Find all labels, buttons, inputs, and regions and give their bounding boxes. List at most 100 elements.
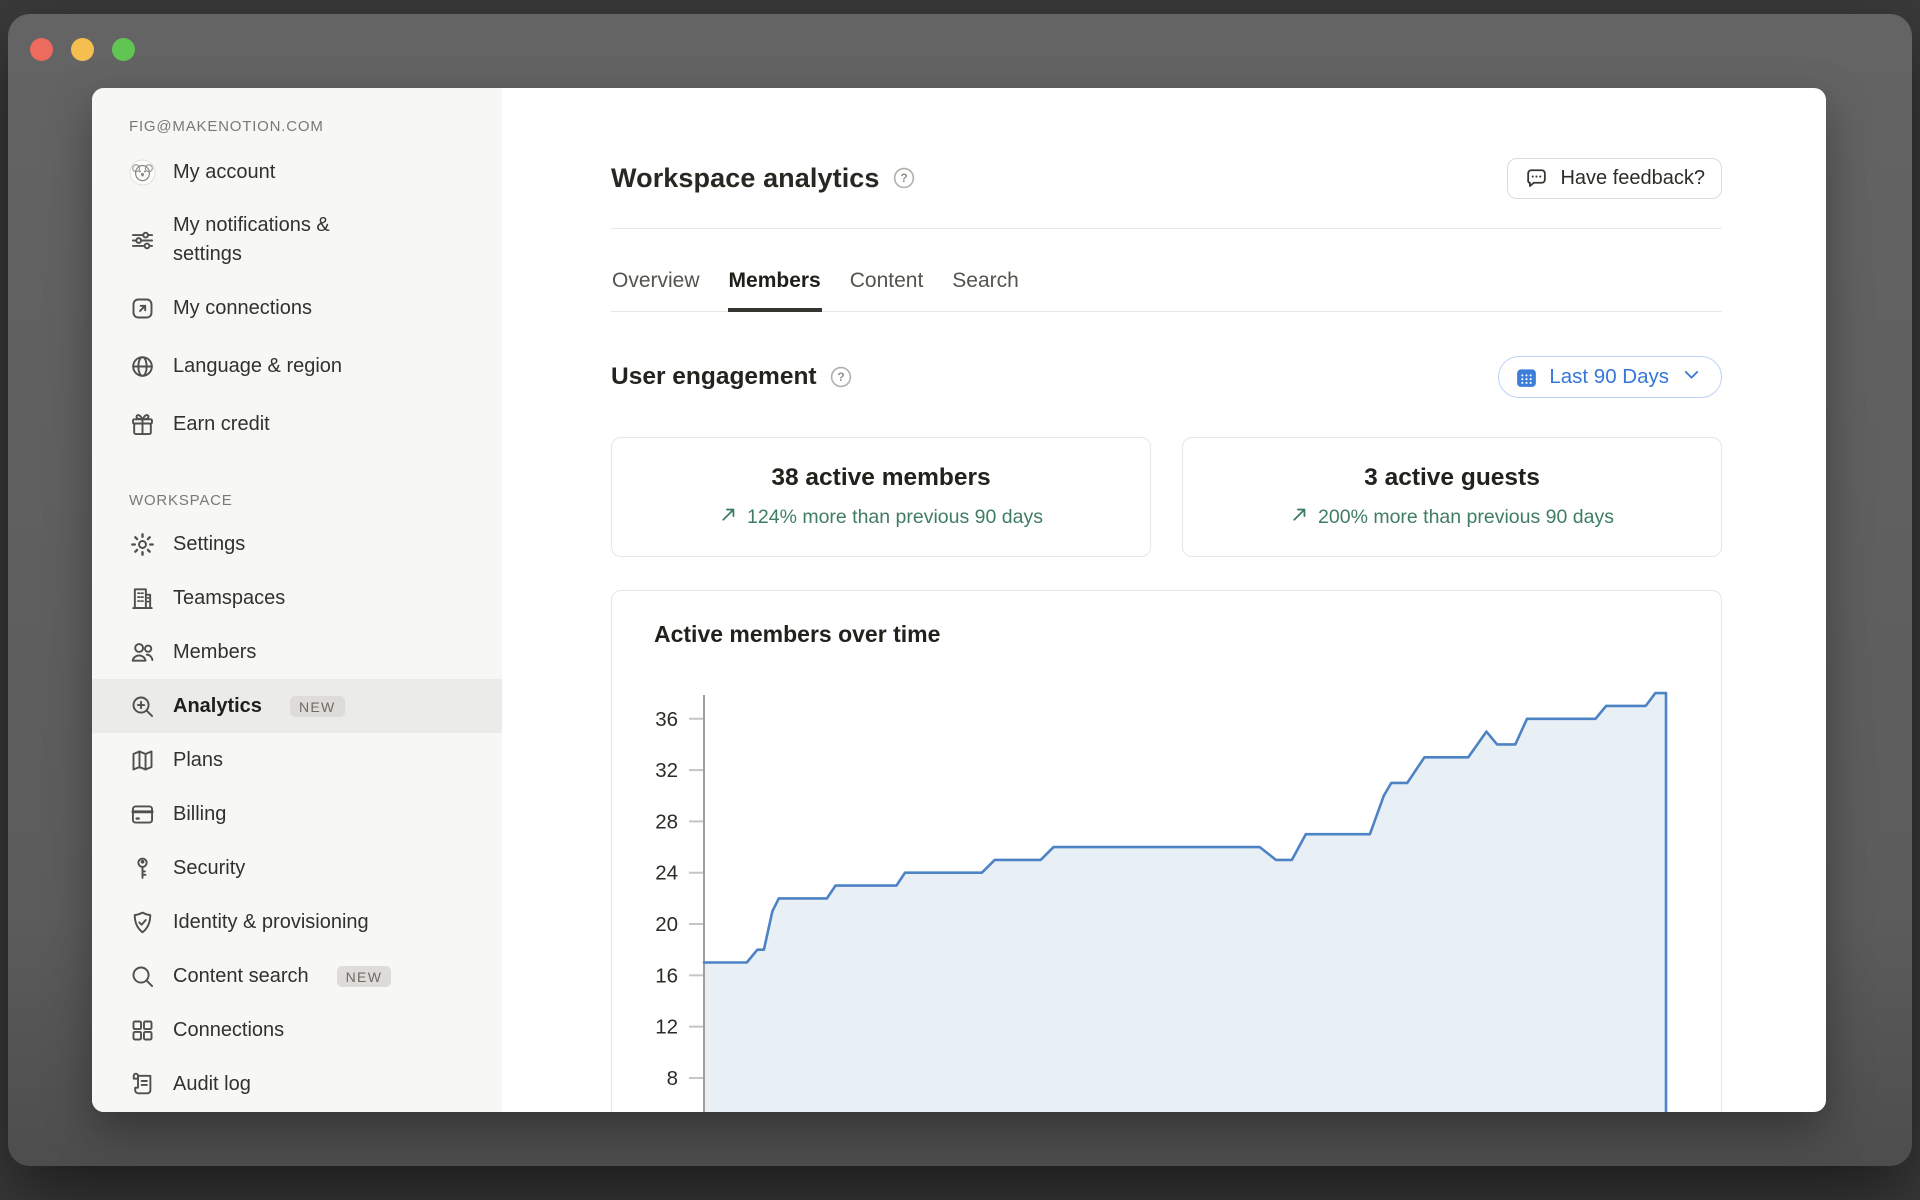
new-badge: NEW [289, 695, 345, 717]
sidebar-item-label: Members [173, 640, 257, 663]
sidebar-item-billing[interactable]: Billing [92, 787, 502, 841]
tab-search[interactable]: Search [951, 269, 1020, 312]
sidebar-item-label: Language & region [173, 354, 343, 377]
notification-sliders-icon [129, 227, 156, 254]
stat-card-38-active-members: 38 active members 124% more than previou… [611, 437, 1151, 557]
sidebar-item-label: Content search [173, 964, 309, 987]
sidebar-item-label: My notifications & settings [173, 214, 330, 265]
map-icon [129, 747, 156, 774]
credit-card-icon [129, 801, 156, 828]
sidebar-item-label: Security [173, 856, 246, 879]
help-icon[interactable]: ? [830, 366, 852, 388]
stat-cards-row: 38 active members 124% more than previou… [611, 437, 1722, 557]
sidebar-item-analytics[interactable]: Analytics NEW [92, 679, 502, 733]
sidebar-item-settings[interactable]: Settings [92, 517, 502, 571]
feedback-button-label: Have feedback? [1560, 166, 1705, 189]
settings-sidebar: FIG@MAKENOTION.COM My account My notifica… [92, 88, 502, 1112]
sidebar-item-label: Billing [173, 802, 227, 825]
help-icon[interactable]: ? [893, 167, 915, 189]
sidebar-item-content-search[interactable]: Content search NEW [92, 949, 502, 1003]
analytics-tabs: Overview Members Content Search [611, 269, 1722, 312]
stat-value: 38 active members [771, 464, 991, 491]
traffic-lights [30, 38, 135, 61]
shield-check-icon [129, 909, 156, 936]
account-section-label: FIG@MAKENOTION.COM [129, 118, 324, 135]
sidebar-item-label: My account [173, 160, 276, 183]
speech-bubble-icon [1524, 166, 1549, 191]
y-axis-tick-label: 32 [655, 759, 678, 782]
building-icon [129, 585, 156, 612]
workspace-section-label: WORKSPACE [129, 492, 233, 509]
y-axis-tick-label: 16 [655, 964, 678, 987]
sidebar-item-plans[interactable]: Plans [92, 733, 502, 787]
settings-main-panel: Workspace analytics ? Have feedback? Ove… [502, 88, 1826, 1112]
stat-delta-text: 200% more than previous 90 days [1318, 506, 1614, 528]
sidebar-item-label: Teamspaces [173, 586, 286, 609]
y-axis-tick-label: 20 [655, 913, 678, 936]
have-feedback-button[interactable]: Have feedback? [1507, 157, 1722, 199]
svg-text:?: ? [900, 171, 907, 185]
globe-icon [129, 353, 156, 380]
sidebar-item-label: Analytics [173, 694, 262, 717]
sidebar-item-label: Plans [173, 748, 224, 771]
sidebar-item-label: Settings [173, 532, 246, 555]
fullscreen-window-button[interactable] [112, 38, 135, 61]
page-header: Workspace analytics ? Have feedback? [611, 154, 1722, 202]
settings-modal: FIG@MAKENOTION.COM My account My notifica… [92, 88, 1826, 1112]
sidebar-item-security[interactable]: Security [92, 841, 502, 895]
sidebar-item-label: Identity & provisioning [173, 910, 369, 933]
sidebar-item-identity-provisioning[interactable]: Identity & provisioning [92, 895, 502, 949]
key-icon [129, 855, 156, 882]
sidebar-item-teamspaces[interactable]: Teamspaces [92, 571, 502, 625]
sidebar-item-label: Connections [173, 1018, 285, 1041]
y-axis-tick-label: 24 [655, 862, 678, 885]
stat-card-3-active-guests: 3 active guests 200% more than previous … [1182, 437, 1722, 557]
sidebar-item-label: Audit log [173, 1072, 251, 1095]
trend-up-icon [719, 505, 738, 530]
gear-icon [129, 531, 156, 558]
analytics-magnifier-icon [129, 693, 156, 720]
y-axis-tick-label: 12 [655, 1016, 678, 1039]
y-axis-tick-label: 8 [667, 1067, 678, 1090]
active-members-chart-card: Active members over time 8 12 16 20 24 28 32 36 [611, 590, 1722, 1112]
grid-icon [129, 1017, 156, 1044]
close-window-button[interactable] [30, 38, 53, 61]
sidebar-item-label: My connections [173, 296, 312, 319]
sidebar-item-members[interactable]: Members [92, 625, 502, 679]
active-members-area-chart: 8 12 16 20 24 28 32 36 [655, 691, 1668, 1112]
trend-up-icon [1290, 505, 1309, 530]
stat-delta: 200% more than previous 90 days [1290, 505, 1614, 530]
date-range-dropdown[interactable]: Last 90 Days [1498, 356, 1722, 398]
sidebar-item-my-notifications-settings[interactable]: My notifications & settings [92, 201, 502, 279]
tab-overview[interactable]: Overview [611, 269, 701, 312]
arrow-up-right-square-icon [129, 295, 156, 322]
macos-window: FIG@MAKENOTION.COM My account My notifica… [8, 14, 1912, 1166]
sidebar-item-my-account[interactable]: My account [92, 143, 502, 201]
stat-delta: 124% more than previous 90 days [719, 505, 1043, 530]
stat-delta-text: 124% more than previous 90 days [747, 506, 1043, 528]
chevron-down-icon [1679, 362, 1704, 393]
desktop-background: FIG@MAKENOTION.COM My account My notifica… [0, 0, 1920, 1200]
svg-text:?: ? [837, 370, 844, 384]
audit-log-icon [129, 1071, 156, 1098]
sidebar-item-language-region[interactable]: Language & region [92, 337, 502, 395]
header-divider [611, 228, 1722, 229]
date-range-label: Last 90 Days [1549, 365, 1669, 388]
tab-content[interactable]: Content [849, 269, 925, 312]
people-icon [129, 639, 156, 666]
new-badge: NEW [336, 965, 392, 987]
y-axis-tick-label: 36 [655, 708, 678, 731]
avatar-icon [129, 158, 156, 186]
tab-members[interactable]: Members [727, 269, 822, 312]
sidebar-item-connections[interactable]: Connections [92, 1003, 502, 1057]
search-icon [129, 963, 156, 990]
sidebar-item-earn-credit[interactable]: Earn credit [92, 395, 502, 453]
sidebar-item-label: Earn credit [173, 412, 270, 435]
sidebar-item-audit-log[interactable]: Audit log [92, 1057, 502, 1111]
chart-area-fill [704, 693, 1666, 1112]
y-axis-tick-label: 28 [655, 810, 678, 833]
calendar-icon [1514, 365, 1539, 390]
sidebar-item-my-connections[interactable]: My connections [92, 279, 502, 337]
minimize-window-button[interactable] [71, 38, 94, 61]
page-title: Workspace analytics [611, 162, 880, 193]
